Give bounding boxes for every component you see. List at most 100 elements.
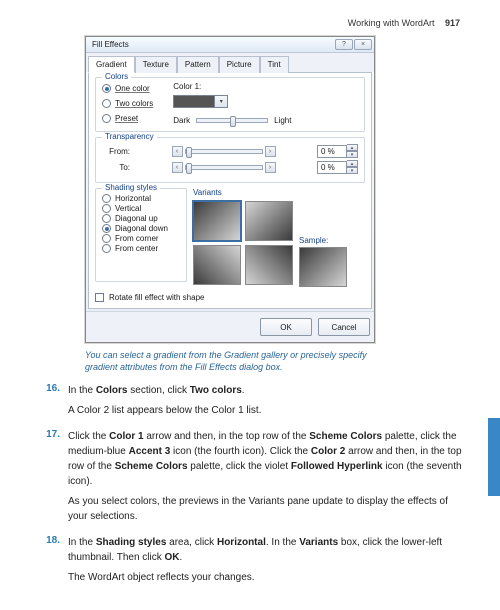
variant-4[interactable] — [245, 245, 293, 285]
sample-label: Sample: — [299, 236, 328, 245]
t: The WordArt object reflects your changes… — [68, 570, 464, 585]
rotate-checkbox[interactable] — [95, 293, 104, 302]
t: . — [242, 385, 245, 396]
page-header: Working with WordArt 917 — [0, 0, 500, 36]
from-value[interactable]: 0 % — [317, 145, 347, 158]
figure-caption: You can select a gradient from the Gradi… — [85, 349, 385, 373]
colors-group: Colors One color Two colors Preset Color… — [95, 77, 365, 132]
dark-light-slider[interactable] — [196, 118, 268, 123]
radio-diagonal-down[interactable] — [102, 224, 111, 233]
slider-thumb[interactable] — [186, 147, 192, 158]
t: Shading styles — [96, 537, 167, 548]
tab-gradient[interactable]: Gradient — [88, 56, 135, 73]
sample-preview — [299, 247, 347, 287]
to-value[interactable]: 0 % — [317, 161, 347, 174]
label-horizontal: Horizontal — [115, 194, 151, 203]
radio-from-center[interactable] — [102, 244, 111, 253]
step-list: 16. In the Colors section, click Two col… — [42, 383, 464, 590]
t: Color 2 — [311, 446, 345, 457]
color1-combo[interactable]: ▾ — [173, 95, 291, 108]
radio-from-corner[interactable] — [102, 234, 111, 243]
t: Click the — [68, 431, 109, 442]
t: . — [180, 552, 183, 563]
chevron-up-icon[interactable]: ▴ — [347, 144, 358, 151]
step-16: 16. In the Colors section, click Two col… — [42, 383, 464, 423]
radio-vertical[interactable] — [102, 204, 111, 213]
chevron-down-icon[interactable]: ▾ — [347, 151, 358, 158]
gradient-panel: Colors One color Two colors Preset Color… — [88, 72, 372, 309]
t: Followed Hyperlink — [291, 461, 383, 472]
label-two-colors: Two colors — [115, 99, 153, 108]
t: . In the — [266, 537, 299, 548]
cancel-button[interactable]: Cancel — [318, 318, 370, 336]
label-preset: Preset — [115, 114, 138, 123]
arrow-left-icon[interactable]: ‹ — [172, 162, 183, 173]
from-spinner[interactable]: 0 % ▴▾ — [317, 144, 358, 158]
tab-tint[interactable]: Tint — [260, 56, 289, 73]
variant-2[interactable] — [245, 201, 293, 241]
t: Color 1 — [109, 431, 143, 442]
label-from: From: — [102, 147, 130, 156]
tab-pattern[interactable]: Pattern — [177, 56, 219, 73]
step-18: 18. In the Shading styles area, click Ho… — [42, 535, 464, 590]
t: Scheme Colors — [115, 461, 188, 472]
ok-button[interactable]: OK — [260, 318, 312, 336]
rotate-label: Rotate fill effect with shape — [109, 293, 204, 302]
variants-label: Variants — [193, 188, 293, 197]
t: section, click — [127, 385, 189, 396]
t: Accent 3 — [129, 446, 171, 457]
t: In the — [68, 385, 96, 396]
t: area, click — [166, 537, 217, 548]
label-diagonal-down: Diagonal down — [115, 224, 168, 233]
t: Horizontal — [217, 537, 266, 548]
help-icon[interactable]: ? — [335, 39, 353, 50]
label-from-corner: From corner — [115, 234, 159, 243]
t: arrow and then, in the top row of the — [144, 431, 310, 442]
close-icon[interactable]: × — [354, 39, 372, 50]
slider-thumb[interactable] — [186, 163, 192, 174]
t: A Color 2 list appears below the Color 1… — [68, 403, 464, 418]
variant-1[interactable] — [193, 201, 241, 241]
t: In the — [68, 537, 96, 548]
color1-swatch — [173, 95, 215, 108]
radio-one-color[interactable] — [102, 84, 111, 93]
t: palette, click the violet — [188, 461, 291, 472]
arrow-right-icon[interactable]: › — [265, 146, 276, 157]
label-diagonal-up: Diagonal up — [115, 214, 158, 223]
chevron-down-icon[interactable]: ▾ — [347, 167, 358, 174]
t: Variants — [299, 537, 338, 548]
t: Scheme Colors — [309, 431, 382, 442]
radio-diagonal-up[interactable] — [102, 214, 111, 223]
from-slider[interactable] — [185, 149, 263, 154]
page-number: 917 — [445, 18, 460, 28]
variant-3[interactable] — [193, 245, 241, 285]
dialog-buttons: OK Cancel — [86, 311, 374, 342]
label-light: Light — [274, 116, 291, 125]
step-number: 17. — [42, 429, 60, 529]
arrow-left-icon[interactable]: ‹ — [172, 146, 183, 157]
fill-effects-dialog: Fill Effects ? × Gradient Texture Patter… — [85, 36, 375, 343]
to-spinner[interactable]: 0 % ▴▾ — [317, 160, 358, 174]
t: icon (the fourth icon). Click the — [170, 446, 311, 457]
slider-thumb[interactable] — [230, 116, 236, 127]
arrow-right-icon[interactable]: › — [265, 162, 276, 173]
radio-horizontal[interactable] — [102, 194, 111, 203]
tab-texture[interactable]: Texture — [135, 56, 177, 73]
to-slider[interactable] — [185, 165, 263, 170]
label-to: To: — [102, 163, 130, 172]
label-color1: Color 1: — [173, 82, 291, 91]
label-vertical: Vertical — [115, 204, 141, 213]
tab-picture[interactable]: Picture — [219, 56, 260, 73]
radio-two-colors[interactable] — [102, 99, 111, 108]
step-number: 16. — [42, 383, 60, 423]
transparency-group-title: Transparency — [102, 132, 157, 141]
t: Colors — [96, 385, 128, 396]
label-from-center: From center — [115, 244, 158, 253]
radio-preset[interactable] — [102, 114, 111, 123]
chevron-down-icon[interactable]: ▾ — [215, 95, 228, 108]
label-one-color: One color — [115, 84, 150, 93]
dialog-screenshot: Fill Effects ? × Gradient Texture Patter… — [85, 36, 375, 343]
chevron-up-icon[interactable]: ▴ — [347, 160, 358, 167]
shading-group-title: Shading styles — [102, 183, 160, 192]
tab-strip: Gradient Texture Pattern Picture Tint — [86, 53, 374, 72]
